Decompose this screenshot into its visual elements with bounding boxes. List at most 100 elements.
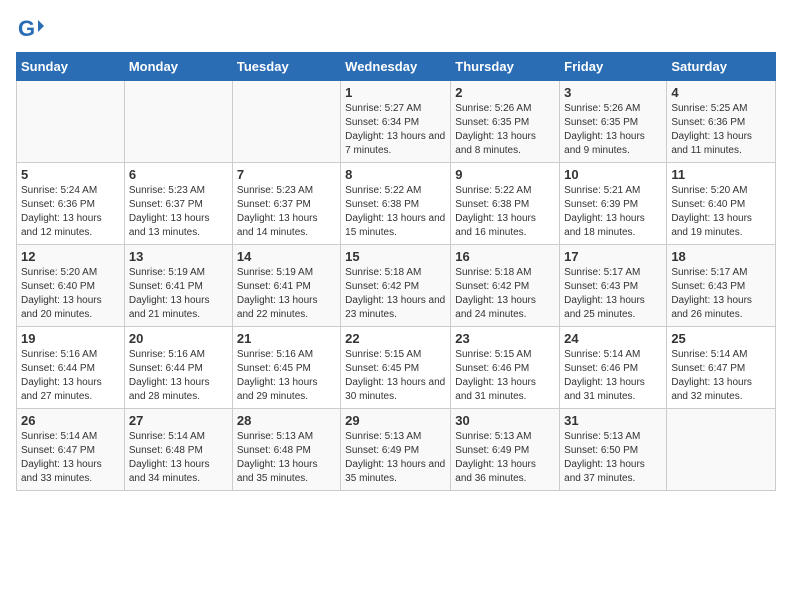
day-info: Sunrise: 5:22 AMSunset: 6:38 PMDaylight:… bbox=[455, 184, 555, 240]
day-info: Sunrise: 5:26 AMSunset: 6:35 PMDaylight:… bbox=[455, 102, 555, 158]
day-number: 14 bbox=[237, 249, 336, 264]
calendar-cell bbox=[124, 81, 232, 163]
day-info: Sunrise: 5:26 AMSunset: 6:35 PMDaylight:… bbox=[564, 102, 662, 158]
calendar-cell: 3 Sunrise: 5:26 AMSunset: 6:35 PMDaylight… bbox=[560, 81, 667, 163]
day-number: 13 bbox=[129, 249, 228, 264]
calendar-cell: 21 Sunrise: 5:16 AMSunset: 6:45 PMDayligh… bbox=[232, 327, 340, 409]
calendar-cell: 10Sunrise: 5:21 AMSunset: 6:39 PMDayligh… bbox=[560, 163, 667, 245]
calendar-cell bbox=[17, 81, 125, 163]
day-number: 2 bbox=[455, 85, 555, 100]
day-number: 25 bbox=[671, 331, 771, 346]
calendar-cell: 16 Sunrise: 5:18 AMSunset: 6:42 PMDayligh… bbox=[451, 245, 560, 327]
day-info: Sunrise: 5:15 AMSunset: 6:46 PMDaylight:… bbox=[455, 348, 555, 404]
day-number: 19 bbox=[21, 331, 120, 346]
day-number: 9 bbox=[455, 167, 555, 182]
day-number: 30 bbox=[455, 413, 555, 428]
calendar-week-row: 1 Sunrise: 5:27 AMSunset: 6:34 PMDaylight… bbox=[17, 81, 776, 163]
calendar-week-row: 19 Sunrise: 5:16 AMSunset: 6:44 PMDayligh… bbox=[17, 327, 776, 409]
days-header-row: SundayMondayTuesdayWednesdayThursdayFrid… bbox=[17, 53, 776, 81]
calendar-cell: 18 Sunrise: 5:17 AMSunset: 6:43 PMDayligh… bbox=[667, 245, 776, 327]
day-number: 17 bbox=[564, 249, 662, 264]
day-number: 24 bbox=[564, 331, 662, 346]
day-number: 8 bbox=[345, 167, 446, 182]
day-info: Sunrise: 5:17 AMSunset: 6:43 PMDaylight:… bbox=[564, 266, 662, 322]
day-info: Sunrise: 5:14 AMSunset: 6:48 PMDaylight:… bbox=[129, 430, 228, 486]
calendar-cell: 19 Sunrise: 5:16 AMSunset: 6:44 PMDayligh… bbox=[17, 327, 125, 409]
calendar-cell: 22 Sunrise: 5:15 AMSunset: 6:45 PMDayligh… bbox=[341, 327, 451, 409]
day-header-saturday: Saturday bbox=[667, 53, 776, 81]
calendar-cell: 23 Sunrise: 5:15 AMSunset: 6:46 PMDayligh… bbox=[451, 327, 560, 409]
calendar-cell: 28 Sunrise: 5:13 AMSunset: 6:48 PMDayligh… bbox=[232, 409, 340, 491]
day-header-sunday: Sunday bbox=[17, 53, 125, 81]
day-info: Sunrise: 5:22 AMSunset: 6:38 PMDaylight:… bbox=[345, 184, 446, 240]
day-info: Sunrise: 5:13 AMSunset: 6:49 PMDaylight:… bbox=[455, 430, 555, 486]
calendar-cell: 8 Sunrise: 5:22 AMSunset: 6:38 PMDaylight… bbox=[341, 163, 451, 245]
calendar-cell: 12 Sunrise: 5:20 AMSunset: 6:40 PMDayligh… bbox=[17, 245, 125, 327]
calendar-table: SundayMondayTuesdayWednesdayThursdayFrid… bbox=[16, 52, 776, 491]
day-number: 3 bbox=[564, 85, 662, 100]
calendar-header: G bbox=[16, 16, 776, 44]
day-info: Sunrise: 5:19 AMSunset: 6:41 PMDaylight:… bbox=[237, 266, 336, 322]
day-number: 26 bbox=[21, 413, 120, 428]
day-info: Sunrise: 5:13 AMSunset: 6:48 PMDaylight:… bbox=[237, 430, 336, 486]
calendar-cell: 13Sunrise: 5:19 AMSunset: 6:41 PMDayligh… bbox=[124, 245, 232, 327]
day-number: 31 bbox=[564, 413, 662, 428]
calendar-cell: 30 Sunrise: 5:13 AMSunset: 6:49 PMDayligh… bbox=[451, 409, 560, 491]
day-number: 15 bbox=[345, 249, 446, 264]
day-number: 28 bbox=[237, 413, 336, 428]
day-header-wednesday: Wednesday bbox=[341, 53, 451, 81]
calendar-cell: 11Sunrise: 5:20 AMSunset: 6:40 PMDayligh… bbox=[667, 163, 776, 245]
calendar-cell: 24 Sunrise: 5:14 AMSunset: 6:46 PMDayligh… bbox=[560, 327, 667, 409]
day-info: Sunrise: 5:18 AMSunset: 6:42 PMDaylight:… bbox=[455, 266, 555, 322]
calendar-cell: 25 Sunrise: 5:14 AMSunset: 6:47 PMDayligh… bbox=[667, 327, 776, 409]
day-info: Sunrise: 5:17 AMSunset: 6:43 PMDaylight:… bbox=[671, 266, 771, 322]
day-header-thursday: Thursday bbox=[451, 53, 560, 81]
day-number: 7 bbox=[237, 167, 336, 182]
day-header-monday: Monday bbox=[124, 53, 232, 81]
day-info: Sunrise: 5:14 AMSunset: 6:47 PMDaylight:… bbox=[21, 430, 120, 486]
calendar-cell: 6 Sunrise: 5:23 AMSunset: 6:37 PMDaylight… bbox=[124, 163, 232, 245]
day-info: Sunrise: 5:21 AMSunset: 6:39 PMDaylight:… bbox=[564, 184, 662, 240]
day-number: 1 bbox=[345, 85, 446, 100]
calendar-cell: 9 Sunrise: 5:22 AMSunset: 6:38 PMDaylight… bbox=[451, 163, 560, 245]
calendar-cell: 29Sunrise: 5:13 AMSunset: 6:49 PMDayligh… bbox=[341, 409, 451, 491]
calendar-cell: 2 Sunrise: 5:26 AMSunset: 6:35 PMDaylight… bbox=[451, 81, 560, 163]
calendar-cell: 4Sunrise: 5:25 AMSunset: 6:36 PMDaylight… bbox=[667, 81, 776, 163]
day-number: 29 bbox=[345, 413, 446, 428]
day-info: Sunrise: 5:20 AMSunset: 6:40 PMDaylight:… bbox=[21, 266, 120, 322]
calendar-week-row: 5Sunrise: 5:24 AMSunset: 6:36 PMDaylight… bbox=[17, 163, 776, 245]
calendar-cell bbox=[232, 81, 340, 163]
day-number: 5 bbox=[21, 167, 120, 182]
day-header-tuesday: Tuesday bbox=[232, 53, 340, 81]
day-info: Sunrise: 5:18 AMSunset: 6:42 PMDaylight:… bbox=[345, 266, 446, 322]
day-number: 21 bbox=[237, 331, 336, 346]
day-number: 16 bbox=[455, 249, 555, 264]
day-info: Sunrise: 5:25 AMSunset: 6:36 PMDaylight:… bbox=[671, 102, 771, 158]
day-number: 27 bbox=[129, 413, 228, 428]
day-number: 6 bbox=[129, 167, 228, 182]
calendar-cell: 1 Sunrise: 5:27 AMSunset: 6:34 PMDaylight… bbox=[341, 81, 451, 163]
day-info: Sunrise: 5:13 AMSunset: 6:50 PMDaylight:… bbox=[564, 430, 662, 486]
calendar-cell: 5Sunrise: 5:24 AMSunset: 6:36 PMDaylight… bbox=[17, 163, 125, 245]
day-number: 12 bbox=[21, 249, 120, 264]
calendar-week-row: 12 Sunrise: 5:20 AMSunset: 6:40 PMDayligh… bbox=[17, 245, 776, 327]
day-number: 22 bbox=[345, 331, 446, 346]
calendar-week-row: 26 Sunrise: 5:14 AMSunset: 6:47 PMDayligh… bbox=[17, 409, 776, 491]
day-info: Sunrise: 5:14 AMSunset: 6:47 PMDaylight:… bbox=[671, 348, 771, 404]
calendar-cell: 31 Sunrise: 5:13 AMSunset: 6:50 PMDayligh… bbox=[560, 409, 667, 491]
day-number: 18 bbox=[671, 249, 771, 264]
calendar-cell: 15 Sunrise: 5:18 AMSunset: 6:42 PMDayligh… bbox=[341, 245, 451, 327]
calendar-cell: 26 Sunrise: 5:14 AMSunset: 6:47 PMDayligh… bbox=[17, 409, 125, 491]
day-number: 11 bbox=[671, 167, 771, 182]
day-info: Sunrise: 5:23 AMSunset: 6:37 PMDaylight:… bbox=[129, 184, 228, 240]
day-info: Sunrise: 5:16 AMSunset: 6:44 PMDaylight:… bbox=[21, 348, 120, 404]
day-info: Sunrise: 5:15 AMSunset: 6:45 PMDaylight:… bbox=[345, 348, 446, 404]
calendar-cell: 20Sunrise: 5:16 AMSunset: 6:44 PMDayligh… bbox=[124, 327, 232, 409]
day-number: 23 bbox=[455, 331, 555, 346]
day-info: Sunrise: 5:14 AMSunset: 6:46 PMDaylight:… bbox=[564, 348, 662, 404]
svg-text:G: G bbox=[18, 16, 35, 41]
logo-icon: G bbox=[16, 16, 44, 44]
day-info: Sunrise: 5:16 AMSunset: 6:45 PMDaylight:… bbox=[237, 348, 336, 404]
day-info: Sunrise: 5:27 AMSunset: 6:34 PMDaylight:… bbox=[345, 102, 446, 158]
day-info: Sunrise: 5:23 AMSunset: 6:37 PMDaylight:… bbox=[237, 184, 336, 240]
